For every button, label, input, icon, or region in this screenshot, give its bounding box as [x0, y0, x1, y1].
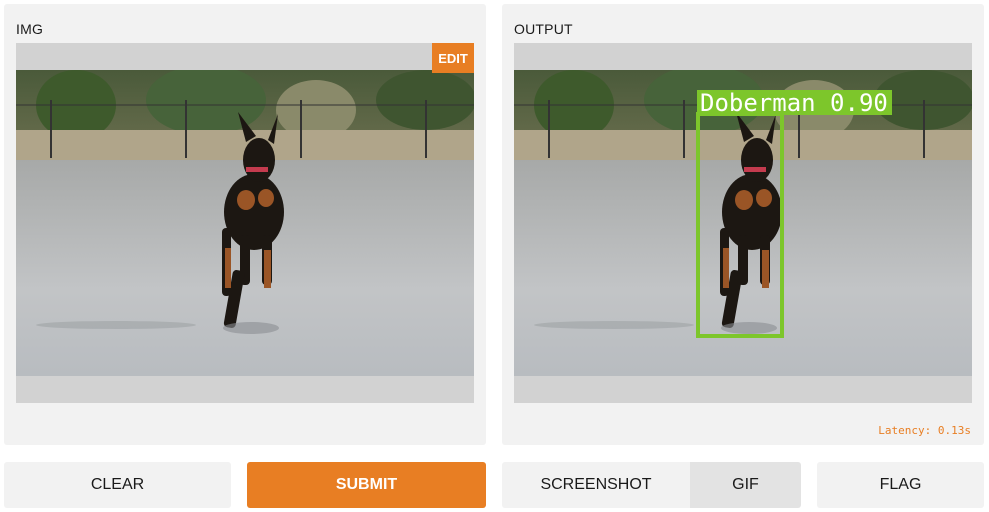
flag-button[interactable]: FLAG — [817, 462, 984, 508]
input-image-frame[interactable]: EDIT — [16, 43, 474, 403]
clear-button[interactable]: CLEAR — [4, 462, 231, 508]
dog-photo-image — [16, 70, 474, 376]
output-panel: OUTPUT Doberman 0.90 Latency: 0.13s — [502, 4, 984, 445]
input-panel-label: IMG — [16, 21, 44, 37]
output-panel-label: OUTPUT — [514, 21, 573, 37]
latency-text: Latency: 0.13s — [878, 424, 971, 437]
edit-button[interactable]: EDIT — [432, 43, 474, 73]
submit-button[interactable]: SUBMIT — [247, 462, 486, 508]
output-image-frame: Doberman 0.90 — [514, 43, 972, 403]
input-image — [16, 70, 474, 376]
detection-bounding-box — [696, 112, 784, 338]
input-panel: IMG EDIT — [4, 4, 486, 445]
gif-button[interactable]: GIF — [690, 462, 801, 508]
screenshot-button[interactable]: SCREENSHOT — [502, 462, 690, 508]
